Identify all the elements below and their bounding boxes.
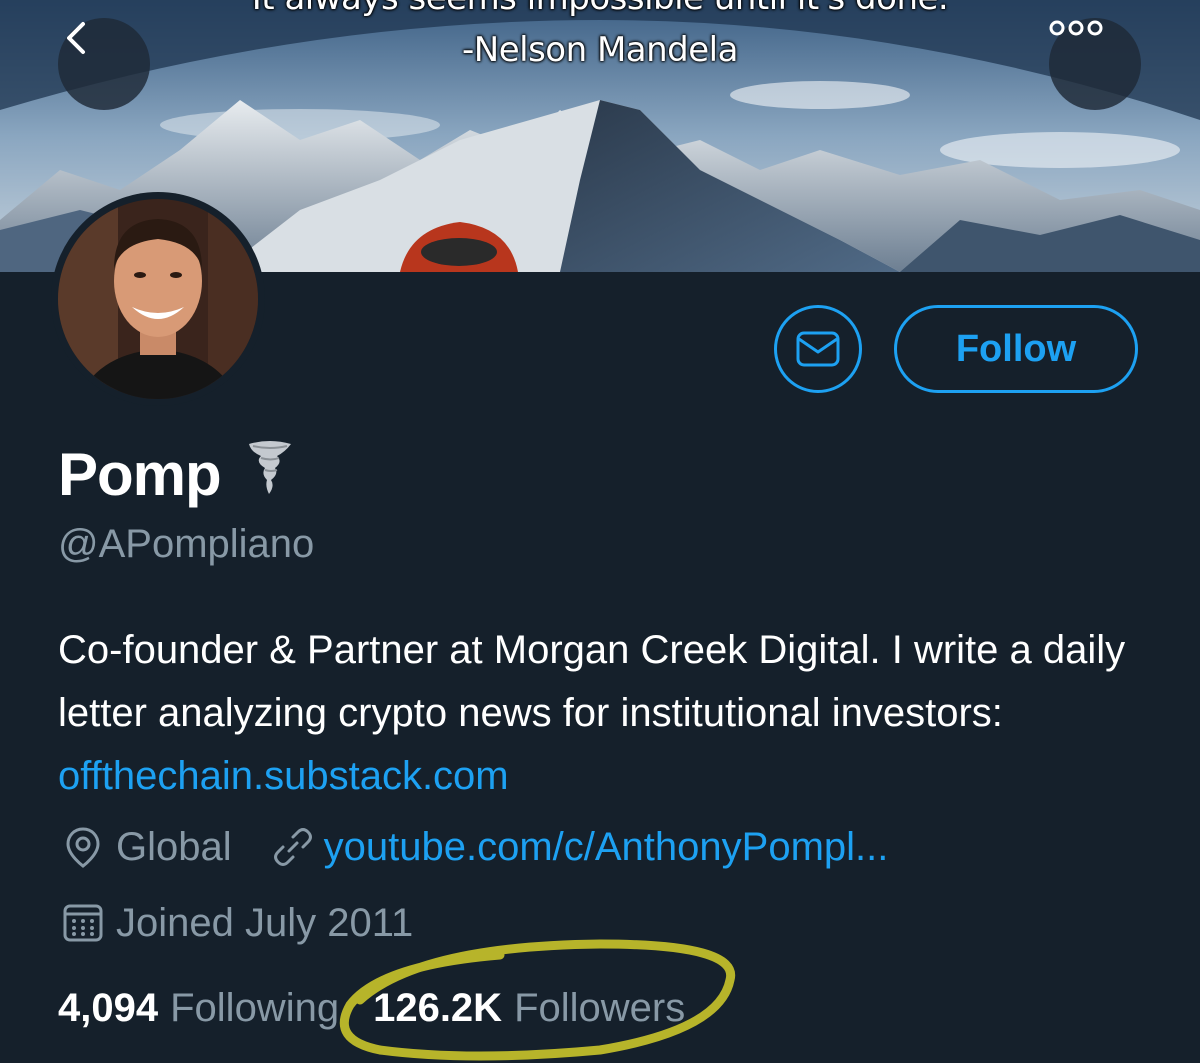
avatar-photo	[58, 199, 258, 399]
profile-name-text: Pomp	[58, 440, 222, 508]
more-horizontal-icon	[1049, 20, 1103, 36]
profile-location: Global	[116, 824, 232, 869]
followers-count: 126.2K	[373, 985, 503, 1030]
location-pin-icon	[58, 822, 108, 872]
banner-quote-author: -Nelson Mandela	[462, 30, 738, 70]
followers-label: Followers	[514, 985, 686, 1030]
more-options-button[interactable]	[1049, 18, 1141, 110]
profile-meta-joined: Joined July 2011	[58, 898, 413, 948]
profile-joined-date: Joined July 2011	[116, 900, 414, 945]
profile-page: It always seems impossible until it's do…	[0, 0, 1200, 1063]
chevron-left-icon	[67, 22, 85, 54]
following-label: Following	[170, 985, 340, 1030]
profile-handle: @APompliano	[58, 522, 315, 566]
profile-bio: Co-founder & Partner at Morgan Creek Dig…	[58, 619, 1148, 808]
follow-button[interactable]: Follow	[894, 305, 1138, 393]
tornado-emoji-icon	[247, 438, 293, 510]
back-button[interactable]	[58, 18, 150, 110]
bio-text: Co-founder & Partner at Morgan Creek Dig…	[58, 628, 1126, 735]
envelope-icon	[796, 331, 840, 367]
avatar[interactable]	[51, 192, 265, 406]
banner-quote-text: It always seems impossible until it's do…	[0, 0, 1200, 18]
followers-stat[interactable]: 126.2K Followers	[373, 986, 685, 1031]
profile-stats: 4,094 Following 126.2K Followers	[58, 982, 685, 1034]
bio-link[interactable]: offthechain.substack.com	[58, 754, 509, 798]
following-count: 4,094	[58, 985, 159, 1030]
profile-website-link[interactable]: youtube.com/c/AnthonyPompl...	[324, 825, 889, 870]
calendar-icon	[58, 898, 108, 948]
profile-meta-location-website: Global youtube.com/c/AnthonyPompl...	[58, 822, 888, 872]
message-button[interactable]	[774, 305, 862, 393]
following-stat[interactable]: 4,094 Following	[58, 986, 339, 1031]
profile-name: Pomp	[58, 438, 293, 510]
link-icon	[268, 822, 318, 872]
